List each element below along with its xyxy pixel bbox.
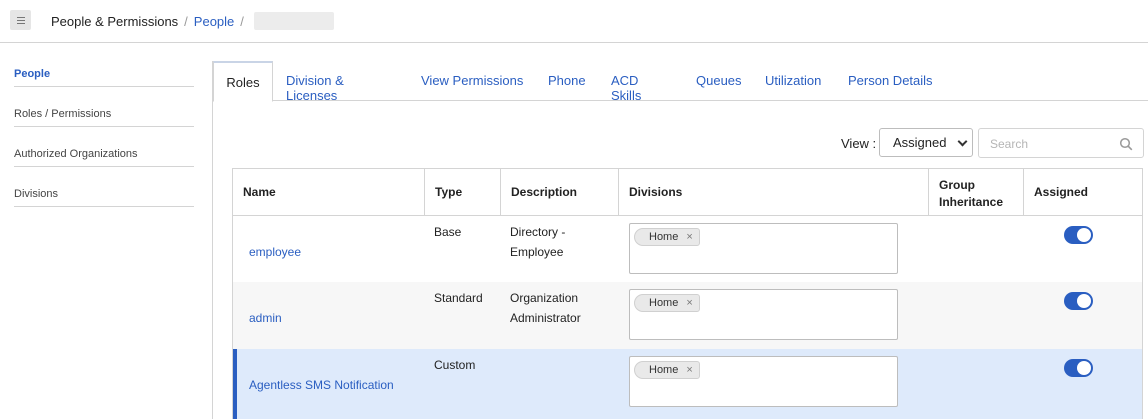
breadcrumb-root: People & Permissions: [51, 13, 179, 29]
division-chip: Home ×: [634, 361, 700, 379]
menu-icon[interactable]: [10, 10, 31, 30]
table-row: admin Standard Organization Administrato…: [233, 282, 1142, 349]
sidebar-item-divisions[interactable]: Divisions: [14, 167, 194, 207]
breadcrumb-person-redacted: [253, 12, 334, 30]
chip-remove-icon[interactable]: ×: [686, 231, 692, 243]
breadcrumb-separator: /: [240, 13, 244, 29]
search-icon[interactable]: [1119, 137, 1133, 151]
sidebar-item-authorized-organizations[interactable]: Authorized Organizations: [14, 127, 194, 167]
search-input[interactable]: [990, 137, 1110, 151]
role-type: Standard: [434, 291, 483, 305]
division-chip: Home ×: [634, 228, 700, 246]
chip-remove-icon[interactable]: ×: [686, 297, 692, 309]
sidebar-item-roles-permissions[interactable]: Roles / Permissions: [14, 87, 194, 127]
column-header-group-inheritance[interactable]: Group Inheritance: [929, 169, 1024, 216]
column-header-assigned[interactable]: Assigned: [1024, 169, 1142, 216]
column-header-description[interactable]: Description: [501, 169, 619, 216]
assigned-toggle[interactable]: [1064, 292, 1093, 310]
column-header-group-inheritance-line1: Group: [939, 178, 975, 192]
tab-queues[interactable]: Queues: [696, 61, 742, 101]
role-description-line1: Directory -: [510, 225, 566, 239]
main-panel: Roles Division & Licenses View Permissio…: [212, 61, 1148, 419]
division-chip-label: Home: [649, 364, 679, 376]
view-select[interactable]: Assigned: [879, 128, 973, 157]
breadcrumb-people-link[interactable]: People: [194, 14, 234, 29]
view-select-value: Assigned: [893, 135, 947, 150]
search-box: [978, 128, 1144, 158]
sidebar-item-people[interactable]: People: [14, 47, 194, 87]
divisions-field[interactable]: Home ×: [629, 223, 898, 274]
top-bar: People & Permissions / People /: [0, 0, 1148, 43]
role-name-link[interactable]: admin: [249, 308, 282, 328]
tab-utilization[interactable]: Utilization: [765, 61, 825, 101]
table-row: employee Base Directory - Employee Home …: [233, 216, 1142, 282]
breadcrumb-separator: /: [184, 13, 188, 29]
divisions-field[interactable]: Home ×: [629, 356, 898, 407]
divisions-field[interactable]: Home ×: [629, 289, 898, 340]
chevron-down-icon: [957, 136, 968, 147]
breadcrumb: People & Permissions / People /: [51, 12, 334, 30]
tab-person-details[interactable]: Person Details: [848, 61, 933, 101]
tab-bar: Roles Division & Licenses View Permissio…: [213, 61, 1148, 103]
role-description-line2: Employee: [510, 245, 564, 259]
column-header-group-inheritance-line2: Inheritance: [939, 195, 1004, 209]
role-type: Custom: [434, 358, 476, 372]
tab-division-licenses[interactable]: Division & Licenses: [286, 61, 396, 103]
division-chip: Home ×: [634, 294, 700, 312]
assigned-toggle[interactable]: [1064, 359, 1093, 377]
column-header-name[interactable]: Name: [233, 169, 425, 216]
tab-phone[interactable]: Phone: [548, 61, 588, 101]
tab-roles[interactable]: Roles: [213, 61, 273, 102]
role-description-line2: Administrator: [510, 311, 581, 325]
tab-acd-skills[interactable]: ACD Skills: [611, 61, 671, 103]
roles-table: Name Type Description Divisions Group In…: [232, 168, 1143, 419]
view-label: View :: [841, 136, 877, 151]
role-description-line1: Organization: [510, 291, 579, 305]
table-row-selected: Agentless SMS Notification Custom Home ×: [233, 349, 1142, 419]
role-name-link[interactable]: Agentless SMS Notification: [249, 375, 394, 395]
role-type: Base: [434, 225, 462, 239]
division-chip-label: Home: [649, 231, 679, 243]
column-header-divisions[interactable]: Divisions: [619, 169, 929, 216]
division-chip-label: Home: [649, 297, 679, 309]
column-header-type[interactable]: Type: [425, 169, 501, 216]
assigned-toggle[interactable]: [1064, 226, 1093, 244]
chip-remove-icon[interactable]: ×: [686, 364, 692, 376]
role-name-link[interactable]: employee: [249, 242, 301, 262]
sidebar: People Roles / Permissions Authorized Or…: [0, 43, 200, 419]
tab-view-permissions[interactable]: View Permissions: [421, 61, 526, 101]
